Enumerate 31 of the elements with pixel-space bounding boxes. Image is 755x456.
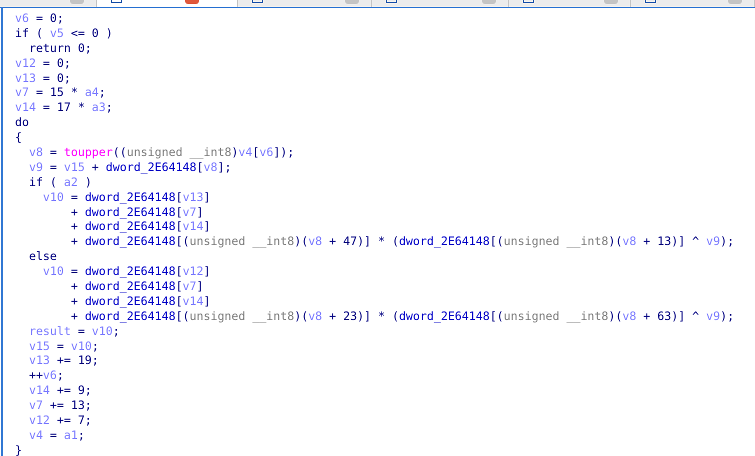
code-line: + dword_2E64148[v14] (70, 294, 210, 309)
code-line: v13 = 0; (15, 70, 71, 86)
code-line: } (15, 442, 22, 456)
tab[interactable] (97, 0, 238, 7)
code-line: + dword_2E64148[v7] (70, 204, 204, 220)
code-line: if ( a2 ) (28, 174, 92, 190)
code-line: v14 += 9; (28, 383, 92, 398)
code-line: v8 = toupper((unsigned __int8)v4[v6]); (28, 145, 294, 160)
code-line: else (28, 249, 57, 264)
code-line: + dword_2E64148[v14] (70, 219, 210, 234)
code-line: v10 = dword_2E64148[v12] (42, 264, 210, 280)
code-line: v4 = a1; (28, 428, 85, 443)
code-line: v12 += 7; (28, 413, 92, 428)
code-line: v6 = 0; (15, 11, 64, 26)
code-line: result = v10; (28, 324, 120, 339)
code-line: v7 = 15 * a4; (15, 85, 106, 100)
code-line: v7 += 13; (28, 398, 92, 414)
code-line: do (15, 115, 29, 130)
code-line: + dword_2E64148[v7] (70, 279, 204, 294)
code-line: return 0; (28, 40, 92, 56)
code-line: v12 = 0; (15, 56, 71, 71)
code-line: ++v6; (28, 368, 64, 384)
code-line: if ( v5 <= 0 ) (15, 26, 113, 41)
code-line: v13 += 19; (28, 353, 99, 368)
code-line: v9 = v15 + dword_2E64148[v8]; (28, 160, 232, 175)
code-line: + dword_2E64148[(unsigned __int8)(v8 + 23)] * (dword_2E64148[(unsigned __int8)(v8 + 63)] ^ v9); (70, 308, 734, 324)
code-line: + dword_2E64148[(unsigned __int8)(v8 + 47)] * (dword_2E64148[(unsigned __int8)(v8 + 13)] ^ v9); (70, 234, 734, 250)
code-line: { (15, 130, 22, 146)
code-line: v10 = dword_2E64148[v13] (42, 190, 210, 205)
code-line: v14 = 17 * a3; (15, 100, 113, 116)
code-line: v15 = v10; (28, 338, 99, 354)
